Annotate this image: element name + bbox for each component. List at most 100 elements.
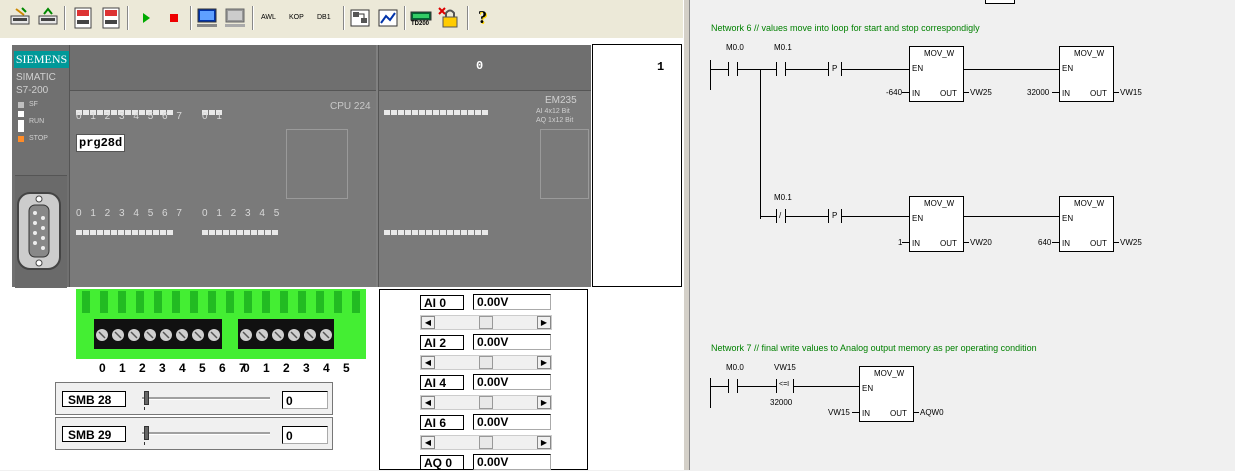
switch-array-icon [76, 289, 366, 359]
box3-in: IN [912, 239, 920, 248]
smb29-slider-thumb[interactable] [144, 426, 149, 440]
ai6-value[interactable]: 0.00V [473, 414, 551, 430]
cpu-top [70, 45, 376, 91]
net6-power-rail [710, 60, 711, 90]
analog-panel: AI 0 0.00V ◀ ▶ AI 2 0.00V ◀ ▶ AI 4 0.00V… [379, 289, 588, 470]
load-cpu-icon[interactable] [71, 6, 95, 30]
net7-box-in: IN [862, 409, 870, 418]
open-program-icon[interactable] [8, 6, 32, 30]
box4-in: IN [1062, 239, 1070, 248]
ai0-scroll-thumb[interactable] [479, 316, 493, 329]
box4-en: EN [1062, 214, 1074, 223]
net7-contact1[interactable] [728, 379, 738, 393]
net6-contact1[interactable] [728, 62, 738, 76]
net6-mov-w-box1[interactable]: MOV_W EN IN OUT [909, 46, 964, 102]
kop-button[interactable]: KOP [289, 14, 304, 21]
net7-compare-contact[interactable]: <=I [776, 379, 794, 393]
net6-mov-w-box4[interactable]: MOV_W EN IN OUT [1059, 196, 1114, 252]
ai4-scrollbar[interactable]: ◀ ▶ [420, 395, 552, 410]
net6-mov-w-box2[interactable]: MOV_W EN IN OUT [1059, 46, 1114, 102]
net7-box-in-value: VW15 [828, 408, 850, 417]
box3-out-value: VW20 [970, 238, 992, 247]
picture-icon[interactable] [376, 6, 400, 30]
output-leds-b [202, 222, 279, 235]
net7-mov-w-box[interactable]: MOV_W EN IN OUT [859, 366, 914, 422]
input-leds-a [76, 102, 174, 115]
ai2-value[interactable]: 0.00V [473, 334, 551, 350]
sf-led [18, 102, 24, 108]
ai6-scroll-right[interactable]: ▶ [537, 436, 551, 449]
ai0-scrollbar[interactable]: ◀ ▶ [420, 315, 552, 330]
em-model-label: EM235 [545, 95, 577, 106]
ai2-scroll-right[interactable]: ▶ [537, 356, 551, 369]
box2-out-value: VW15 [1120, 88, 1142, 97]
ai2-scrollbar[interactable]: ◀ ▶ [420, 355, 552, 370]
siemens-logo: SIEMENS [14, 51, 69, 68]
em-ai-label: AI 4x12 Bit [536, 108, 570, 115]
net6-contact1-label: M0.0 [726, 43, 744, 52]
ai6-scrollbar[interactable]: ◀ ▶ [420, 435, 552, 450]
net6-link3-4 [964, 216, 1059, 217]
ai0-value[interactable]: 0.00V [473, 294, 551, 310]
chart-icon[interactable] [348, 6, 372, 30]
box3-out: OUT [940, 239, 957, 248]
net7-power-rail [710, 378, 711, 408]
input-leds-b [202, 102, 223, 115]
stop-icon[interactable] [162, 6, 186, 30]
net6-contact2[interactable] [776, 62, 786, 76]
awl-button[interactable]: AWL [261, 14, 276, 21]
net6-p-contact[interactable]: P [828, 62, 842, 76]
ai6-scroll-left[interactable]: ◀ [421, 436, 435, 449]
net6-contact3-negated[interactable]: / [776, 209, 786, 223]
ai4-value[interactable]: 0.00V [473, 374, 551, 390]
smb29-row: SMB 29 0 [55, 417, 333, 450]
display-box: 1 [592, 44, 682, 287]
db1-button[interactable]: DB1 [317, 14, 331, 21]
box1-out-value: VW25 [970, 88, 992, 97]
ai6-scroll-thumb[interactable] [479, 436, 493, 449]
net6-mov-w-box3[interactable]: MOV_W EN IN OUT [909, 196, 964, 252]
net6-p-contact2[interactable]: P [828, 209, 842, 223]
pane-splitter[interactable] [683, 0, 690, 470]
switch-numbers-b: 0 1 2 3 4 5 [243, 361, 355, 375]
em-value: 0 [476, 59, 484, 73]
monitor-icon[interactable] [195, 6, 219, 30]
net6-contact3-label: M0.1 [774, 193, 792, 202]
net6-p-label: P [832, 64, 838, 73]
cpu-model-label: CPU 224 [330, 101, 371, 112]
ai4-scroll-right[interactable]: ▶ [537, 396, 551, 409]
network6-comment: Network 6 // values move into loop for s… [711, 23, 980, 33]
td200-icon[interactable]: TD200 [409, 6, 433, 30]
help-icon[interactable]: ? [472, 6, 496, 30]
ai0-scroll-left[interactable]: ◀ [421, 316, 435, 329]
output-numbers-a: 0 1 2 3 4 5 6 7 [76, 208, 185, 219]
net6-neg-label: / [779, 211, 782, 220]
smb28-slider[interactable] [142, 397, 270, 400]
smb29-slider[interactable] [142, 432, 270, 435]
ai4-scroll-thumb[interactable] [479, 396, 493, 409]
smb28-slider-thumb[interactable] [144, 391, 149, 405]
ai0-scroll-right[interactable]: ▶ [537, 316, 551, 329]
output-numbers-b: 0 1 2 3 4 5 [202, 208, 283, 219]
save-program-icon[interactable] [36, 6, 60, 30]
box3-en: EN [912, 214, 924, 223]
smb28-value[interactable]: 0 [282, 391, 328, 409]
input-switch-terminal [76, 289, 366, 359]
box2-out: OUT [1090, 89, 1107, 98]
force-icon[interactable] [437, 6, 461, 30]
monitor-disabled-icon[interactable] [223, 6, 247, 30]
smb29-value[interactable]: 0 [282, 426, 328, 444]
ai2-scroll-thumb[interactable] [479, 356, 493, 369]
net6-p2-label: P [832, 211, 838, 220]
em-leds-bottom [384, 222, 489, 235]
ladder-editor: Network 6 // values move into loop for s… [690, 0, 1235, 470]
input-numbers-b: 0 1 [202, 111, 225, 122]
download-cpu-icon[interactable] [99, 6, 123, 30]
ai2-scroll-left[interactable]: ◀ [421, 356, 435, 369]
ai4-scroll-left[interactable]: ◀ [421, 396, 435, 409]
program-name-field: prg28d [76, 134, 125, 152]
net6-branch-line [760, 69, 761, 219]
input-numbers-a: 0 1 2 3 4 5 6 7 [76, 111, 185, 122]
run-icon[interactable] [134, 6, 158, 30]
run-label: RUN [29, 118, 45, 125]
